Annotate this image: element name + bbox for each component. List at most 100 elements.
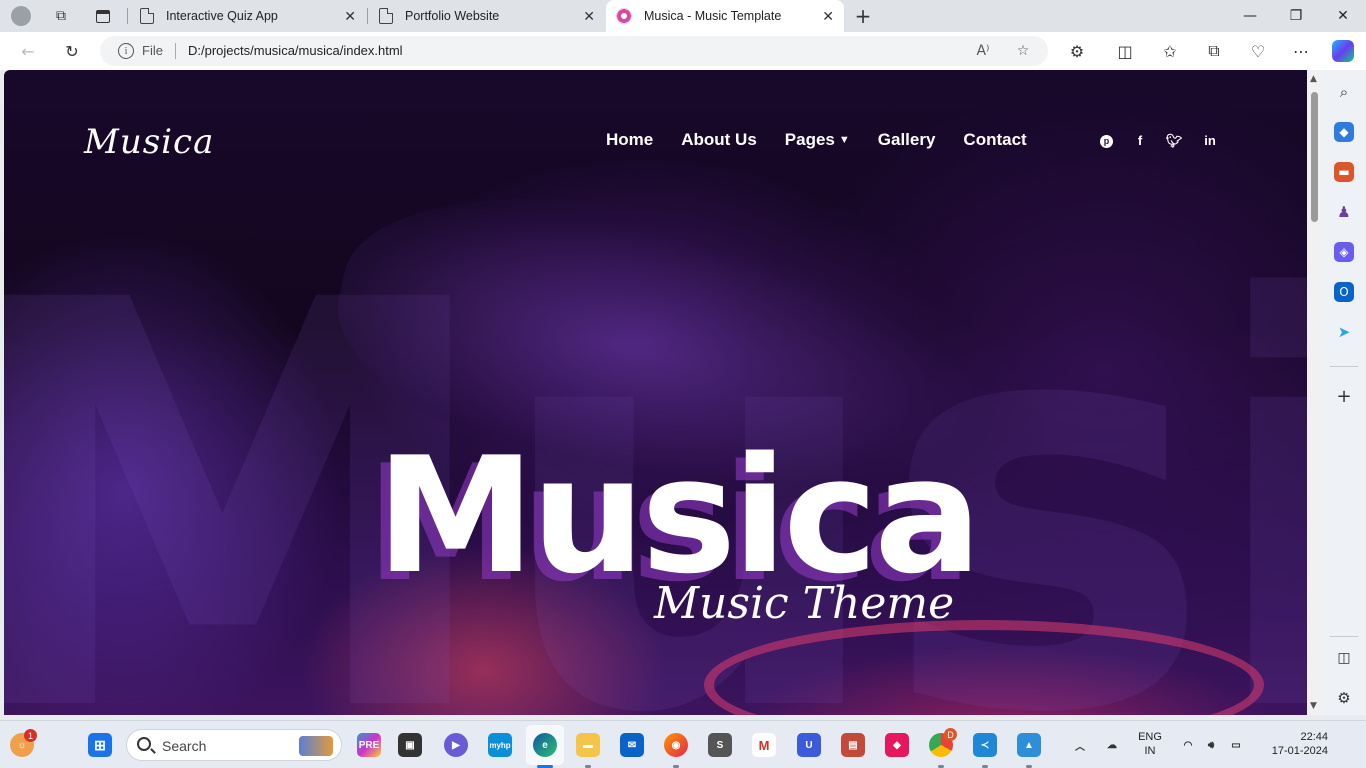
clock-date: 17-01-2024 [1271,745,1328,757]
chevron-up-icon[interactable]: ︿ [1068,733,1092,757]
file-explorer-icon[interactable]: ▬ [576,733,600,757]
close-icon[interactable]: ✕ [583,8,595,25]
page-scrollbar[interactable]: ▲ ▼ [1307,70,1322,715]
site-logo[interactable]: Musica [84,122,214,162]
profile-icon[interactable] [8,4,34,28]
network-error-icon[interactable]: ☁ [1100,733,1124,757]
main-nav: Home About Us Pages ▼ Gallery Contact [606,130,1055,150]
region-code: IN [1144,745,1156,757]
new-tab-icon[interactable]: + [850,4,876,28]
browser-toolbar: ← ↻ i File D:/projects/musica/musica/ind… [0,32,1366,70]
restore-icon[interactable]: ❐ [1273,0,1319,32]
scroll-down-icon[interactable]: ▼ [1310,701,1317,711]
address-bar[interactable]: i File D:/projects/musica/musica/index.h… [100,36,1048,66]
read-aloud-icon[interactable]: A⁾ [972,41,994,61]
linkedin-icon[interactable]: in [1200,133,1220,148]
page-viewport: Music Musica Home About Us Pages ▼ Galle… [4,70,1307,715]
address-divider [175,43,176,59]
search-highlight-icon [299,736,333,756]
tab-musica[interactable]: Musica - Music Template ✕ [606,0,844,32]
firefox-icon[interactable]: ◉ [664,733,688,757]
shopping-tag-icon[interactable]: ◆ [1334,122,1354,142]
vscode-icon[interactable]: ≺ [973,733,997,757]
more-menu-icon[interactable]: ⋯ [1287,38,1315,64]
outlook-icon[interactable]: O [1334,282,1354,302]
copilot-icon[interactable] [1332,40,1354,62]
collections-icon[interactable]: ⧉ [1200,38,1228,64]
edge-icon[interactable]: e [533,733,557,757]
settings-gear-icon[interactable]: ⚙ [1334,688,1354,708]
workspaces-icon[interactable]: ⧉ [48,4,74,28]
games-icon[interactable]: ♟ [1334,202,1354,222]
info-icon[interactable]: i [118,43,134,59]
url-text[interactable]: D:/projects/musica/musica/index.html [188,43,403,58]
nav-pages[interactable]: Pages ▼ [785,130,850,150]
tab-portfolio[interactable]: Portfolio Website ✕ [369,0,605,32]
music-favicon-icon [616,8,632,24]
input-language[interactable]: ENG IN [1132,730,1168,758]
favorite-star-icon[interactable]: ☆ [1012,41,1034,61]
search-icon [137,737,151,751]
clock[interactable]: 22:44 17-01-2024 [1258,730,1328,758]
tools-briefcase-icon[interactable]: ▬ [1334,162,1354,182]
myhp-icon[interactable]: myhp [488,733,512,757]
pinterest-icon[interactable]: p [1100,135,1113,148]
browser-tab-strip: ⧉ Interactive Quiz App ✕ Portfolio Websi… [0,0,1366,32]
windows-start-icon[interactable]: ⊞ [88,733,112,757]
add-icon[interactable]: + [1334,386,1354,407]
teams-meet-icon[interactable]: ▶ [444,733,468,757]
nav-gallery[interactable]: Gallery [878,130,936,150]
tab-title: Interactive Quiz App [166,9,278,23]
notification-badge: 1 [24,729,37,742]
chrome-profile-badge: D [944,728,957,741]
page-icon [140,8,154,24]
language-code: ENG [1138,731,1162,743]
photos-app-icon[interactable]: ▤ [841,733,865,757]
u-app-icon[interactable]: U [797,733,821,757]
favorites-icon[interactable]: ✩ [1156,38,1184,64]
hide-sidebar-icon[interactable]: ◫ [1334,648,1354,668]
sidebar-divider [1330,636,1358,637]
scheme-label: File [142,43,163,58]
drop-send-icon[interactable]: ➤ [1334,322,1354,342]
tab-title: Portfolio Website [405,9,500,23]
nav-about-us[interactable]: About Us [681,130,757,150]
scroll-up-icon[interactable]: ▲ [1310,74,1317,84]
tab-separator [367,8,368,24]
split-screen-icon[interactable]: ◫ [1111,38,1139,64]
tab-actions-icon[interactable] [90,4,116,28]
sublime-s-icon[interactable]: S [708,733,732,757]
volume-icon[interactable]: 🔊︎ [1199,733,1223,757]
mail-icon[interactable]: ✉ [620,733,644,757]
microsoft-365-icon[interactable]: ◈ [1334,242,1354,262]
browser-essentials-icon[interactable]: ♡ [1244,38,1272,64]
tab-separator [127,8,128,24]
extensions-icon[interactable]: ⚙ [1063,38,1091,64]
tab-title: Musica - Music Template [644,9,782,23]
twitter-icon[interactable]: 🐦︎ [1164,133,1184,149]
tab-quiz-app[interactable]: Interactive Quiz App ✕ [130,0,366,32]
search-icon[interactable]: ⌕ [1334,82,1354,102]
nav-contact[interactable]: Contact [963,130,1026,150]
copilot-preview-icon[interactable]: PRE [357,733,381,757]
back-icon[interactable]: ← [14,38,42,64]
task-view-icon[interactable]: ▣ [398,733,422,757]
search-placeholder: Search [162,738,207,754]
clock-time: 22:44 [1300,731,1328,743]
facebook-icon[interactable]: f [1130,133,1150,148]
cube-app-icon[interactable]: ◆ [885,733,909,757]
chevron-down-icon: ▼ [838,134,850,146]
hero-subtitle: Music Theme [654,578,955,629]
close-icon[interactable]: ✕ [822,8,834,25]
gmail-icon[interactable]: M [752,733,776,757]
image-viewer-icon[interactable]: ▲ [1017,733,1041,757]
close-icon[interactable]: ✕ [344,8,356,25]
battery-icon[interactable]: ▭ [1224,733,1248,757]
scrollbar-thumb[interactable] [1311,92,1318,222]
nav-home[interactable]: Home [606,130,653,150]
wifi-icon[interactable]: ◠ [1176,733,1200,757]
taskbar-search[interactable]: Search [126,729,342,761]
refresh-icon[interactable]: ↻ [58,38,86,64]
minimize-icon[interactable]: — [1227,0,1273,32]
window-close-icon[interactable]: ✕ [1320,0,1366,32]
